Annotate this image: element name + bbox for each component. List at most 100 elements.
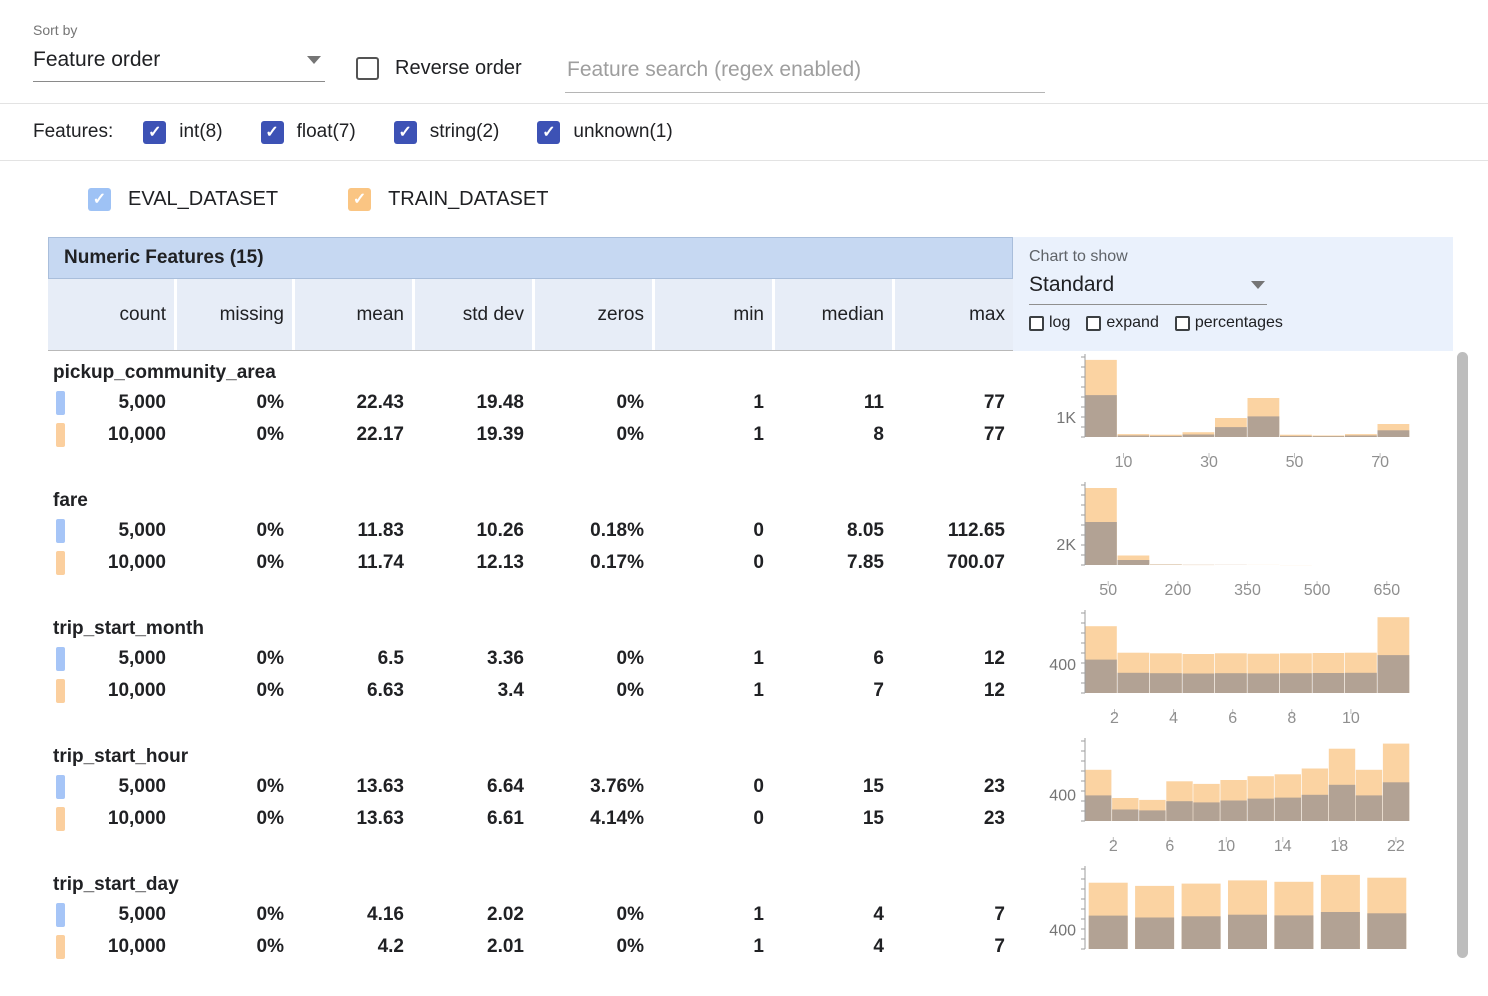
chart-option-log[interactable]: log [1029,314,1070,332]
cell-std-dev: 3.36 [415,648,532,670]
cell-mean: 13.63 [295,776,412,798]
chart-option-label: percentages [1195,314,1283,332]
sort-by-dropdown[interactable]: Feature order [33,44,325,82]
cell-median: 7.85 [775,552,892,574]
checkbox-unchecked-icon [356,57,379,80]
dataset-color-chip [56,391,65,415]
cell-max: 23 [895,808,1013,830]
cell-std-dev: 2.01 [415,936,532,958]
cell-count: 5,000 [48,648,174,670]
cell-missing: 0% [177,648,292,670]
feature-name: trip_start_hour [48,743,1013,771]
checkbox-checked-icon: ✓ [537,121,560,144]
cell-max: 7 [895,904,1013,926]
table-row-train_dataset: 10,0000%13.636.614.14%01523 [48,803,1013,835]
cell-zeros: 0.18% [535,520,652,542]
checkbox-unchecked-icon [1175,316,1190,331]
cell-missing: 0% [177,424,292,446]
cell-zeros: 3.76% [535,776,652,798]
filter-label: float(7) [297,121,356,143]
feature-name: trip_start_month [48,615,1013,643]
dataset-color-chip [56,903,65,927]
cell-mean: 22.43 [295,392,412,414]
chart-to-show-label: Chart to show [1029,248,1437,266]
cell-min: 0 [655,776,772,798]
cell-mean: 4.16 [295,904,412,926]
reverse-order-checkbox[interactable]: Reverse order [356,57,522,80]
cell-min: 1 [655,392,772,414]
cell-zeros: 0% [535,936,652,958]
feature-type-filter-unknown[interactable]: ✓unknown(1) [537,121,672,144]
cell-mean: 13.63 [295,808,412,830]
svg-text:8: 8 [1287,710,1296,727]
feature-type-filter-int[interactable]: ✓int(8) [143,121,222,144]
cell-mean: 6.63 [295,680,412,702]
cell-count: 5,000 [48,904,174,926]
svg-text:22: 22 [1387,838,1405,855]
chart-option-expand[interactable]: expand [1086,314,1159,332]
cell-min: 1 [655,424,772,446]
sort-by-value: Feature order [33,48,160,72]
feature-block-pickup_community_area: pickup_community_area5,0000%22.4319.480%… [48,351,1013,479]
chart-option-label: expand [1106,314,1159,332]
feature-block-trip_start_month: trip_start_month5,0000%6.53.360%161210,0… [48,607,1013,735]
cell-missing: 0% [177,904,292,926]
svg-text:2K: 2K [1056,537,1076,554]
chart-type-dropdown[interactable]: Standard [1029,268,1267,305]
svg-text:6: 6 [1165,838,1174,855]
vertical-scrollbar[interactable] [1457,352,1468,958]
cell-zeros: 0% [535,648,652,670]
svg-text:10: 10 [1342,710,1360,727]
dataset-name: EVAL_DATASET [128,188,278,211]
histogram-fare: 2K50200350500650 [1013,479,1453,607]
cell-std-dev: 19.39 [415,424,532,446]
svg-text:30: 30 [1200,454,1218,471]
cell-median: 8 [775,424,892,446]
cell-count: 10,000 [48,936,174,958]
feature-rows: pickup_community_area5,0000%22.4319.480%… [48,351,1013,991]
histogram-pickup_community_area: 1K10305070 [1013,351,1453,479]
table-row-eval_dataset: 5,0000%6.53.360%1612 [48,643,1013,675]
cell-median: 11 [775,392,892,414]
svg-text:10: 10 [1115,454,1133,471]
table-row-eval_dataset: 5,0000%4.162.020%147 [48,899,1013,931]
dataset-color-chip [56,423,65,447]
cell-median: 4 [775,936,892,958]
table-row-train_dataset: 10,0000%11.7412.130.17%07.85700.07 [48,547,1013,579]
cell-std-dev: 6.61 [415,808,532,830]
cell-max: 7 [895,936,1013,958]
features-label: Features: [33,121,113,143]
column-header-missing: missing [177,279,292,350]
dataset-checkbox-eval_dataset[interactable]: ✓EVAL_DATASET [88,188,278,211]
dataset-color-chip [56,935,65,959]
feature-type-filter-string[interactable]: ✓string(2) [394,121,500,144]
filter-label: int(8) [179,121,222,143]
cell-count: 10,000 [48,680,174,702]
checkbox-checked-icon: ✓ [394,121,417,144]
cell-median: 6 [775,648,892,670]
svg-text:500: 500 [1304,582,1331,599]
feature-type-filter-float[interactable]: ✓float(7) [261,121,356,144]
cell-min: 0 [655,808,772,830]
chart-option-percentages[interactable]: percentages [1175,314,1283,332]
feature-name: trip_start_day [48,871,1013,899]
cell-std-dev: 3.4 [415,680,532,702]
column-header-max: max [895,279,1013,350]
chevron-down-icon [1251,281,1265,289]
cell-count: 10,000 [48,424,174,446]
toolbar: Sort by Feature order Reverse order [0,0,1488,104]
column-header-count: count [48,279,174,350]
feature-search-input[interactable] [565,52,1045,93]
cell-min: 1 [655,648,772,670]
histogram-trip_start_day: 400 [1013,863,1453,991]
dataset-legend: ✓EVAL_DATASET✓TRAIN_DATASET [0,161,1488,237]
dataset-checkbox-train_dataset[interactable]: ✓TRAIN_DATASET [348,188,548,211]
checkbox-unchecked-icon [1029,316,1044,331]
dataset-color-chip [56,647,65,671]
svg-text:2: 2 [1110,710,1119,727]
checkbox-checked-icon: ✓ [348,188,371,211]
svg-text:650: 650 [1373,582,1400,599]
svg-text:14: 14 [1274,838,1292,855]
histograms: 1K103050702K5020035050065040024681040026… [1013,351,1453,991]
cell-zeros: 0% [535,680,652,702]
